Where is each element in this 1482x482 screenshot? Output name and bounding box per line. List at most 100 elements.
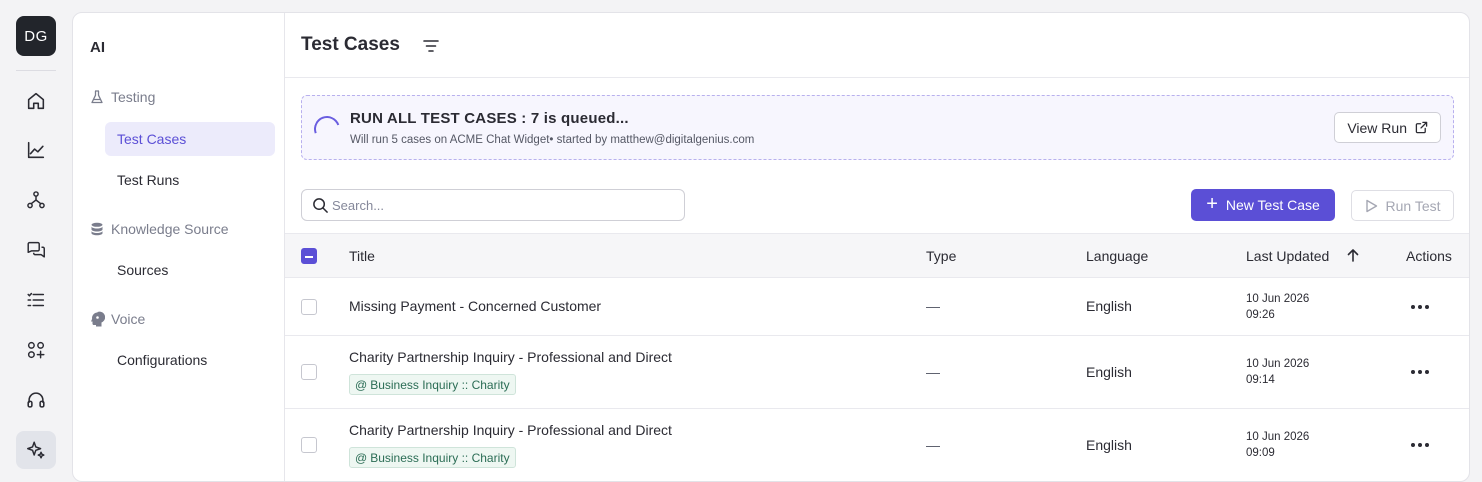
rail-home-button[interactable] xyxy=(16,82,56,120)
section-knowledge-source: Knowledge Source xyxy=(89,219,229,239)
select-all-checkbox[interactable] xyxy=(301,248,317,264)
section-voice: Voice xyxy=(89,309,145,329)
row-date: 10 Jun 2026 xyxy=(1246,431,1310,443)
column-header-actions: Actions xyxy=(1406,248,1452,264)
external-link-icon xyxy=(1415,121,1428,134)
search-box xyxy=(301,189,685,221)
play-icon xyxy=(1365,199,1377,212)
new-test-case-button[interactable]: + New Test Case xyxy=(1191,189,1335,221)
at-icon: @ xyxy=(355,377,368,392)
row-time: 09:26 xyxy=(1246,309,1275,321)
rail-analytics-button[interactable] xyxy=(16,131,56,169)
row-checkbox[interactable] xyxy=(301,437,317,453)
row-actions-menu-icon[interactable] xyxy=(1411,305,1429,309)
content-area: Test Cases RUN ALL TEST CASES : 7 is que… xyxy=(285,13,1469,481)
row-title: Charity Partnership Inquiry - Profession… xyxy=(349,349,672,365)
page-header: Test Cases xyxy=(285,13,1469,78)
loading-spinner-icon xyxy=(309,111,345,147)
nav-item-label: Configurations xyxy=(117,352,208,368)
table-row[interactable]: Missing Payment - Concerned Customer — E… xyxy=(285,278,1469,336)
run-status-banner: RUN ALL TEST CASES : 7 is queued... Will… xyxy=(301,95,1454,160)
intent-tag-label: Business Inquiry :: Charity xyxy=(370,450,510,465)
banner-subtitle: Will run 5 cases on ACME Chat Widget• st… xyxy=(350,134,755,146)
nav-item-label: Sources xyxy=(117,262,169,278)
avatar-initials: DG xyxy=(24,27,48,45)
column-header-language[interactable]: Language xyxy=(1086,248,1148,264)
page-title: Test Cases xyxy=(301,34,400,55)
column-header-last-updated[interactable]: Last Updated xyxy=(1246,248,1329,264)
nav-item-test-runs[interactable]: Test Runs xyxy=(105,163,275,197)
view-run-button[interactable]: View Run xyxy=(1334,112,1441,143)
row-language: English xyxy=(1086,298,1132,314)
head-voice-icon xyxy=(91,311,105,327)
sparkles-icon xyxy=(27,441,45,459)
search-icon xyxy=(313,198,328,213)
nav-item-label: Test Cases xyxy=(117,131,187,147)
flask-icon xyxy=(91,90,103,104)
row-language: English xyxy=(1086,364,1132,380)
row-date: 10 Jun 2026 xyxy=(1246,293,1310,305)
apps-icon xyxy=(27,341,45,359)
nav-item-sources[interactable]: Sources xyxy=(105,253,275,287)
network-icon xyxy=(27,191,45,209)
plus-icon: + xyxy=(1206,193,1218,215)
row-actions-menu-icon[interactable] xyxy=(1411,443,1429,447)
home-icon xyxy=(27,92,45,110)
column-header-title[interactable]: Title xyxy=(349,248,375,264)
section-testing-label: Testing xyxy=(111,89,156,105)
sort-ascending-icon[interactable] xyxy=(1345,247,1361,264)
rail-conversations-button[interactable] xyxy=(16,231,56,269)
nav-item-label: Test Runs xyxy=(117,172,180,188)
at-icon: @ xyxy=(355,450,368,465)
view-run-label: View Run xyxy=(1347,119,1407,136)
table-header: Title Type Language Last Updated Actions xyxy=(285,233,1469,278)
secondary-nav: AI Testing Test Cases Test Runs Knowledg… xyxy=(73,13,285,481)
nav-item-configurations[interactable]: Configurations xyxy=(105,343,275,377)
run-test-label: Run Test xyxy=(1385,197,1441,214)
row-checkbox[interactable] xyxy=(301,299,317,315)
chat-icon xyxy=(27,241,45,258)
section-testing: Testing xyxy=(89,87,155,107)
section-voice-label: Voice xyxy=(111,311,146,327)
list-check-icon xyxy=(27,292,45,307)
row-last-updated: 10 Jun 2026 09:26 xyxy=(1246,291,1309,323)
icon-rail: DG xyxy=(0,0,72,469)
filter-icon[interactable] xyxy=(420,35,442,57)
intent-tag: @ Business Inquiry :: Charity xyxy=(349,447,516,468)
intent-tag-label: Business Inquiry :: Charity xyxy=(370,377,510,392)
row-title: Missing Payment - Concerned Customer xyxy=(349,298,602,314)
subnav-title: AI xyxy=(90,39,105,56)
rail-ai-button[interactable] xyxy=(16,431,56,469)
row-type: — xyxy=(926,298,940,314)
main-card: AI Testing Test Cases Test Runs Knowledg… xyxy=(72,12,1470,482)
row-checkbox[interactable] xyxy=(301,364,317,380)
rail-apps-button[interactable] xyxy=(16,331,56,369)
row-last-updated: 10 Jun 2026 09:09 xyxy=(1246,429,1309,461)
rail-tasks-button[interactable] xyxy=(16,281,56,319)
nav-item-test-cases[interactable]: Test Cases xyxy=(105,122,275,156)
row-time: 09:09 xyxy=(1246,447,1275,459)
row-title: Charity Partnership Inquiry - Profession… xyxy=(349,422,672,438)
row-actions-menu-icon[interactable] xyxy=(1411,370,1429,374)
rail-support-button[interactable] xyxy=(16,381,56,419)
table-row[interactable]: Charity Partnership Inquiry - Profession… xyxy=(285,336,1469,409)
avatar[interactable]: DG xyxy=(16,16,56,56)
row-type: — xyxy=(926,437,940,453)
row-time: 09:14 xyxy=(1246,374,1275,386)
chart-line-icon xyxy=(27,141,45,159)
run-test-button[interactable]: Run Test xyxy=(1351,190,1454,221)
banner-title: RUN ALL TEST CASES : 7 is queued... xyxy=(350,110,629,127)
headset-icon xyxy=(27,392,45,408)
intent-tag: @ Business Inquiry :: Charity xyxy=(349,374,516,395)
row-date: 10 Jun 2026 xyxy=(1246,358,1310,370)
new-test-case-label: New Test Case xyxy=(1225,197,1320,213)
table-row[interactable]: Charity Partnership Inquiry - Profession… xyxy=(285,409,1469,481)
row-last-updated: 10 Jun 2026 09:14 xyxy=(1246,356,1309,388)
rail-flows-button[interactable] xyxy=(16,181,56,219)
search-input[interactable] xyxy=(332,190,672,220)
rail-divider xyxy=(16,70,56,71)
column-header-type[interactable]: Type xyxy=(926,248,956,264)
section-knowledge-label: Knowledge Source xyxy=(111,221,229,237)
row-type: — xyxy=(926,364,940,380)
database-icon xyxy=(91,222,103,236)
